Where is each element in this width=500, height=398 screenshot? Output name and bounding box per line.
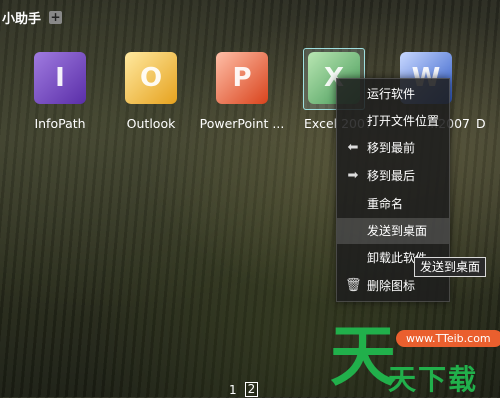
tooltip: 发送到桌面 [414, 257, 487, 277]
powerpoint-icon: P [216, 52, 268, 104]
app-d[interactable]: D [476, 50, 500, 131]
trash-icon: 🗑 [345, 278, 362, 293]
outlook-icon: O [125, 52, 177, 104]
watermark-url: www.TTeib.com [396, 330, 500, 347]
app-label: InfoPath [34, 116, 86, 131]
menu-item-open-location[interactable]: 打开文件位置 [337, 108, 449, 134]
page-2-button[interactable]: 2 [244, 382, 259, 397]
menu-item-label: 重命名 [367, 197, 404, 211]
app-title: 小助手 [2, 11, 42, 27]
menu-item-label: 删除图标 [367, 279, 416, 293]
menu-item-rename[interactable]: 重命名 [337, 191, 449, 217]
plus-icon[interactable]: + [49, 10, 63, 24]
menu-item-move-last[interactable]: ➡ 移到最后 [337, 163, 449, 189]
arrow-left-icon: ⬅ [347, 140, 359, 155]
menu-item-send-to-desktop[interactable]: 发送到桌面 [337, 218, 449, 244]
app-label: D [476, 116, 486, 131]
menu-item-label: 移到最前 [367, 141, 416, 155]
menu-item-label: 发送到桌面 [367, 224, 428, 238]
menu-item-run[interactable]: 运行软件 [337, 81, 449, 107]
header: 小助手 + [0, 0, 63, 34]
watermark-logo: 天 www.TTeib.com 天下载 [330, 322, 500, 397]
watermark-big-char: 天 [330, 318, 396, 395]
menu-item-label: 运行软件 [367, 87, 416, 101]
app-infopath[interactable]: I InfoPath [16, 50, 104, 131]
arrow-right-icon: ➡ [347, 168, 359, 183]
watermark-text: 天下载 [388, 363, 479, 396]
infopath-icon: I [34, 52, 86, 104]
app-label: PowerPoint ... [199, 116, 285, 131]
app-label: Outlook [126, 116, 176, 131]
menu-item-move-first[interactable]: ⬅ 移到最前 [337, 135, 449, 161]
app-powerpoint[interactable]: P PowerPoint ... [198, 50, 286, 131]
page-1-button[interactable]: 1 [229, 383, 237, 397]
menu-item-label: 打开文件位置 [367, 114, 440, 128]
pager: 1 2 [229, 382, 266, 397]
app-outlook[interactable]: O Outlook [107, 50, 195, 131]
menu-item-label: 移到最后 [367, 169, 416, 183]
